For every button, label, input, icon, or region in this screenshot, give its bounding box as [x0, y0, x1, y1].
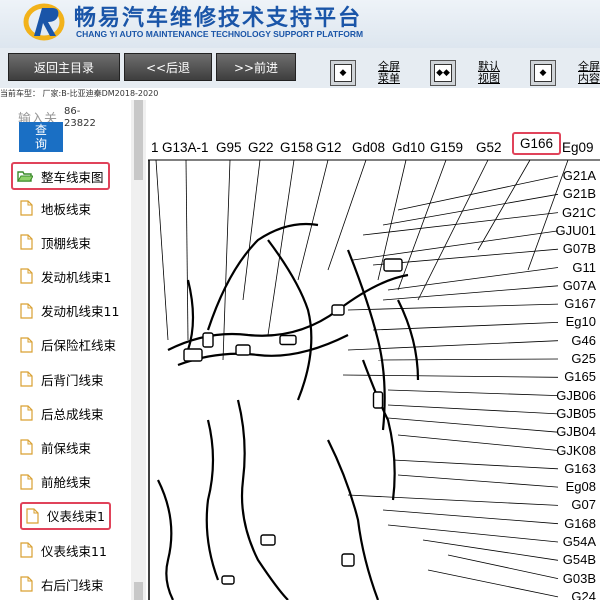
connector-label-top[interactable]: Gd10 — [392, 140, 425, 155]
logo-icon — [23, 3, 65, 41]
tree-item-label: 顶棚线束 — [41, 235, 92, 251]
connector-label-top[interactable]: G158 — [280, 140, 313, 155]
tree-item-label: 前舱线束 — [41, 475, 92, 491]
document-icon — [20, 576, 33, 592]
fullscreen-content-label[interactable]: 全屏 内容 — [578, 61, 600, 85]
connector-label-top[interactable]: Gd08 — [352, 140, 385, 155]
connector-label-right[interactable]: Eg10 — [566, 314, 596, 329]
tree-item-label: 发动机线束1 — [41, 269, 112, 285]
sidebar-scroll-thumb-lower[interactable] — [134, 582, 143, 600]
tree-item-label: 右后门线束 — [41, 577, 104, 593]
connector-label-top[interactable]: Eg09 — [562, 140, 594, 155]
connector-label-right[interactable]: G163 — [564, 461, 596, 476]
app-title: 畅易汽车维修技术支持平台 — [74, 6, 363, 31]
connector-label-right[interactable]: Eg08 — [566, 479, 596, 494]
tree-item-label: 前保线束 — [41, 440, 92, 456]
connector-label-right[interactable]: G21C — [562, 205, 596, 220]
connector-label-right[interactable]: G165 — [564, 369, 596, 384]
fullscreen-content-icon[interactable]: ◆ — [530, 60, 556, 86]
current-model: 当前车型： 厂家:B-比亚迪秦DM2018-2020 — [0, 89, 159, 98]
forward-button[interactable]: >>前进 — [216, 53, 296, 81]
connector-label-right[interactable]: G07B — [563, 241, 596, 256]
connector-label-right[interactable]: G24 — [571, 589, 596, 600]
document-icon — [20, 200, 33, 216]
connector-label-right[interactable]: G167 — [564, 296, 596, 311]
default-view-icon[interactable]: ◆◆ — [430, 60, 456, 86]
connector-label-right[interactable]: G07A — [563, 278, 596, 293]
back-home-button[interactable]: 返回主目录 — [8, 53, 120, 81]
document-icon — [20, 268, 33, 284]
connector-label-right[interactable]: G21B — [563, 186, 596, 201]
connector-label-right[interactable]: G54A — [563, 534, 596, 549]
document-icon — [20, 234, 33, 250]
tree-item[interactable]: 地板线束 — [20, 194, 91, 222]
connector-label-right[interactable]: G21A — [563, 168, 596, 183]
wiring-diagram[interactable]: 1 G13A-1 G95 G22 G158 G12 Gd08 Gd10 G159 G52 G166 E… — [148, 100, 600, 600]
tree-item-label: 发动机线束11 — [41, 304, 120, 320]
connector-label-top[interactable]: G95 — [216, 140, 242, 155]
tree-item-label: 后总成线束 — [41, 406, 104, 422]
connector-label-top[interactable]: G159 — [430, 140, 463, 155]
search-input[interactable]: 86-23822 — [64, 106, 98, 130]
connector-label-right[interactable]: G54B — [563, 552, 596, 567]
tree-item[interactable]: 发动机线束11 — [20, 297, 119, 325]
connector-label-right[interactable]: GJB05 — [556, 406, 596, 421]
tree-folder-label: 整车线束图 — [41, 169, 104, 185]
tree-folder-root[interactable]: 整车线束图 — [11, 162, 110, 190]
connector-label-right[interactable]: GJB04 — [556, 424, 596, 439]
connector-label-right[interactable]: G46 — [571, 333, 596, 348]
folder-open-icon — [17, 171, 33, 182]
app-subtitle: CHANG YI AUTO MAINTENANCE TECHNOLOGY SUP… — [76, 29, 364, 39]
fullscreen-menu-label[interactable]: 全屏 菜单 — [378, 61, 400, 85]
connector-label-right[interactable]: G03B — [563, 571, 596, 586]
document-icon — [20, 302, 33, 319]
tree-item[interactable]: 前舱线束 — [20, 468, 91, 496]
connector-label-top[interactable]: G52 — [476, 140, 502, 155]
tree-item[interactable]: 后保险杠线束 — [20, 331, 116, 359]
default-view-label[interactable]: 默认 视图 — [478, 61, 500, 85]
document-icon — [20, 371, 33, 387]
connector-label-right[interactable]: G07 — [571, 497, 596, 512]
connector-label-right[interactable]: GJB06 — [556, 388, 596, 403]
connector-label-right[interactable]: GJU01 — [556, 223, 596, 238]
app-header: 畅易汽车维修技术支持平台 CHANG YI AUTO MAINTENANCE T… — [0, 0, 600, 48]
sidebar: 输入关 86-23822 查询 整车线束图 地板线束 顶棚线束 发动机线束1 发动机线… — [0, 100, 146, 600]
connector-label-right[interactable]: G168 — [564, 516, 596, 531]
tree-item-label: 后保险杠线束 — [41, 338, 117, 354]
toolbar: 返回主目录 <<后退 >>前进 ◆ 全屏 菜单 ◆◆ 默认 视图 ◆ 全屏 内容 — [0, 48, 600, 88]
document-icon — [20, 337, 33, 353]
connector-label-highlighted[interactable]: G166 — [512, 132, 562, 155]
document-icon — [20, 405, 33, 421]
tree-item-label: 仪表线束11 — [41, 543, 107, 559]
document-icon — [20, 542, 33, 558]
tree-item[interactable]: 后总成线束 — [20, 399, 104, 427]
sidebar-scroll-thumb[interactable] — [134, 100, 143, 180]
connector-label-top[interactable]: G13A-1 — [162, 140, 209, 155]
document-icon — [20, 473, 33, 490]
connector-label-right[interactable]: G25 — [571, 351, 596, 366]
connector-label-top[interactable]: G22 — [248, 140, 274, 155]
tree-item-label: 后背门线束 — [41, 372, 104, 388]
tree-item[interactable]: 发动机线束1 — [20, 262, 111, 290]
tree-item[interactable]: 右后门线束 — [20, 570, 104, 598]
tree-item[interactable]: 顶棚线束 — [20, 228, 91, 256]
tree-item[interactable]: 后背门线束 — [20, 365, 104, 393]
back-button[interactable]: <<后退 — [124, 53, 212, 81]
connector-label-top[interactable]: G12 — [316, 140, 342, 155]
connector-label-top[interactable]: 1 — [151, 140, 159, 155]
query-button[interactable]: 查询 — [19, 122, 63, 152]
connector-label-right[interactable]: G11 — [572, 260, 596, 275]
document-icon — [20, 439, 33, 455]
connector-label-right[interactable]: GJK08 — [556, 443, 596, 458]
fullscreen-menu-icon[interactable]: ◆ — [330, 60, 356, 86]
wiring-diagram-lines — [148, 159, 600, 600]
tree-item-label: 地板线束 — [41, 201, 92, 217]
tree-item[interactable]: 仪表线束11 — [20, 536, 107, 564]
document-icon — [26, 508, 39, 524]
tree-item-label: 仪表线束1 — [47, 509, 105, 525]
tree-item[interactable]: 前保线束 — [20, 433, 91, 461]
tree-item[interactable]: 仪表线束1 — [20, 501, 111, 530]
